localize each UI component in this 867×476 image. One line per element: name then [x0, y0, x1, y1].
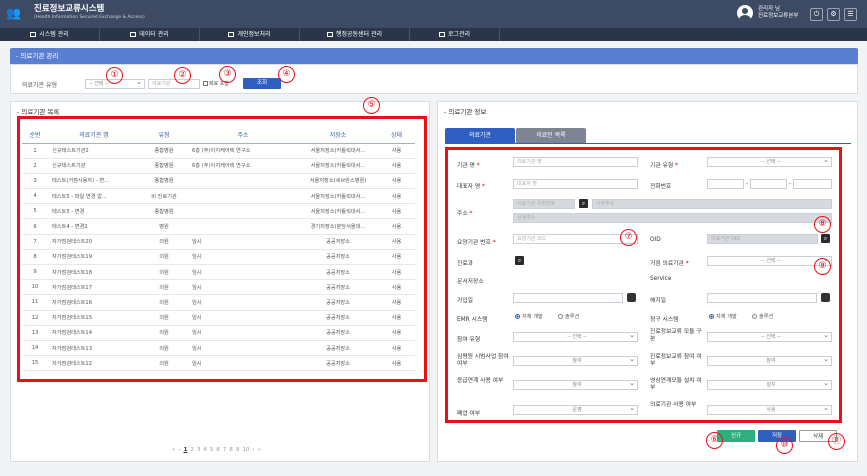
- page-link[interactable]: 4: [203, 447, 207, 453]
- page-link[interactable]: 7: [223, 447, 227, 453]
- page-link[interactable]: 2: [190, 447, 194, 453]
- page-link[interactable]: 1: [184, 447, 188, 453]
- list-highlight-box: [17, 116, 427, 382]
- marker-1: ①: [106, 67, 123, 84]
- form-highlight-box: [445, 147, 842, 423]
- org-info-title: - 의료기관 정보: [444, 108, 487, 116]
- top-bar: 👥 진료정보교류시스템 (Health Information Secured …: [0, 0, 867, 28]
- window-icon: [228, 32, 235, 37]
- page-link[interactable]: 6: [216, 447, 220, 453]
- marker-8: ⑧: [814, 216, 831, 233]
- menu-system[interactable]: 시스템 관리: [0, 28, 100, 41]
- menu-log[interactable]: 로그관리: [410, 28, 500, 41]
- checkbox-icon: [203, 81, 208, 86]
- app-subtitle: (Health Information Secured Exchange & A…: [34, 15, 145, 20]
- window-icon: [326, 32, 333, 37]
- page-link[interactable]: ›: [252, 447, 254, 453]
- page-link[interactable]: 5: [210, 447, 214, 453]
- page-link[interactable]: 3: [197, 447, 201, 453]
- page-link[interactable]: «: [172, 447, 175, 453]
- window-icon: [30, 32, 37, 37]
- tab-underline: [445, 143, 851, 144]
- people-logo-icon: 👥: [6, 5, 21, 20]
- menu-admin-center[interactable]: 행정공동센터 관리: [300, 28, 410, 41]
- page-title: - 의료기관 관리: [10, 48, 858, 64]
- tab-doctors[interactable]: 의료인 목록: [516, 128, 586, 143]
- org-type-label: 의료기관 유형: [22, 82, 58, 89]
- page-link[interactable]: 8: [229, 447, 233, 453]
- menu-data[interactable]: 데이터 관리: [100, 28, 200, 41]
- power-icon[interactable]: ⏻: [810, 8, 823, 21]
- page-link[interactable]: 9: [236, 447, 240, 453]
- list-menu-icon[interactable]: ☰: [844, 8, 857, 21]
- menu-privacy[interactable]: 개인정보처리: [200, 28, 300, 41]
- marker-9: ⑨: [814, 258, 831, 275]
- marker-6: ⑥: [706, 432, 723, 449]
- user-org: 진료정보교류본부: [758, 13, 799, 19]
- marker-5: ⑤: [363, 97, 380, 114]
- gear-icon[interactable]: ⚙: [827, 8, 840, 21]
- marker-3: ③: [219, 66, 236, 83]
- window-icon: [130, 32, 137, 37]
- page-link[interactable]: ‹: [178, 447, 180, 453]
- tab-org[interactable]: 의료기관: [445, 128, 515, 143]
- org-name-input[interactable]: 의료기관: [148, 79, 200, 89]
- user-info: 관리자 님 진료정보교류본부: [737, 5, 798, 21]
- marker-10: ⑩: [776, 437, 793, 454]
- marker-11: ⑪: [828, 433, 845, 450]
- pagination: «‹ 1 2 3 4 5 6 7 8 9 10 › »: [172, 447, 261, 453]
- app-title: 진료정보교류시스템: [34, 4, 105, 14]
- marker-2: ②: [174, 67, 191, 84]
- app-logo[interactable]: 👥 진료정보교류시스템 (Health Information Secured …: [6, 4, 145, 21]
- search-button[interactable]: 조회: [243, 78, 281, 89]
- org-list-title: - 의료기관 목록: [17, 108, 60, 116]
- main-menu: 시스템 관리 데이터 관리 개인정보처리 행정공동센터 관리 로그관리: [0, 28, 867, 41]
- user-name: 관리자 님: [758, 6, 780, 12]
- window-icon: [438, 32, 445, 37]
- marker-4: ④: [278, 66, 295, 83]
- page-link[interactable]: 10: [242, 447, 249, 453]
- user-avatar-icon: [737, 5, 753, 21]
- page-link[interactable]: »: [258, 447, 261, 453]
- marker-7: ⑦: [620, 229, 637, 246]
